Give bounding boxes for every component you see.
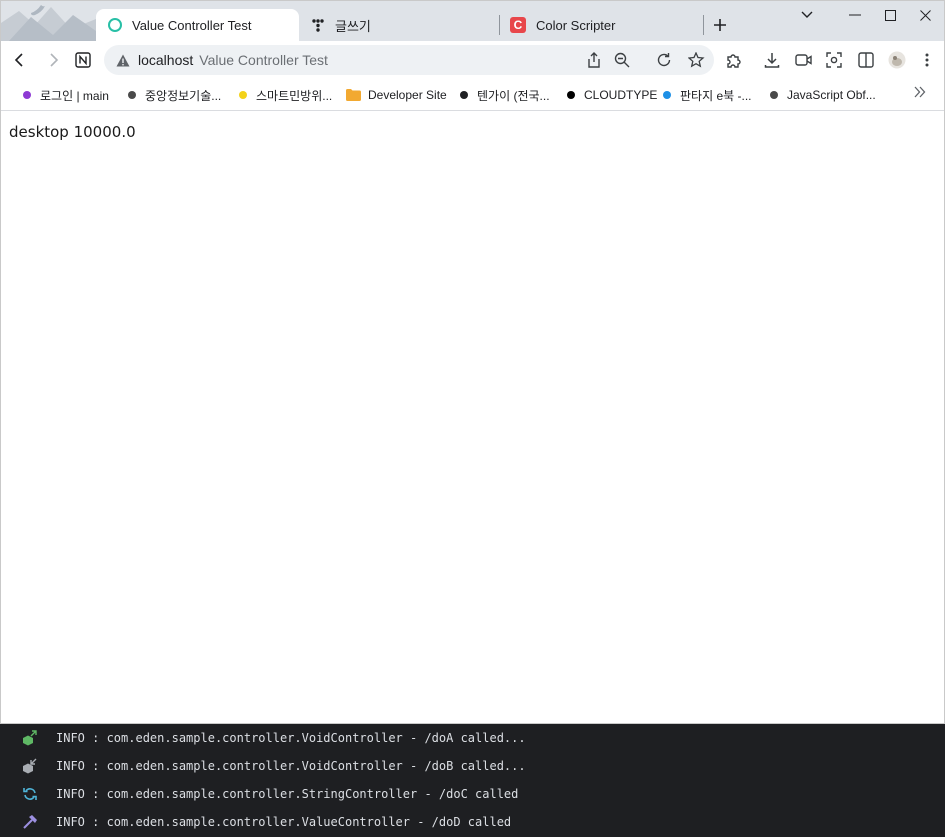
download-icon <box>764 53 780 68</box>
address-page-title: Value Controller Test <box>199 52 328 68</box>
bookmark-label: 스마트민방위... <box>256 88 333 103</box>
avatar <box>888 51 906 69</box>
maximize-icon <box>884 9 896 21</box>
chevron-down-icon <box>801 11 813 18</box>
bookmark-item[interactable]: 중앙정보기술... <box>128 86 221 104</box>
page-content: desktop 10000.0 <box>1 112 944 723</box>
bookmarks-overflow-button[interactable] <box>914 85 926 102</box>
refresh-extension-icon[interactable] <box>654 50 674 70</box>
address-bar[interactable]: localhost Value Controller Test <box>104 45 714 75</box>
bookmark-favicon-icon <box>770 91 778 99</box>
share-icon[interactable] <box>584 50 604 70</box>
log-text: INFO : com.eden.sample.controller.VoidCo… <box>56 731 526 745</box>
bookmark-item[interactable]: 판타지 e북 -... <box>663 86 752 104</box>
tab-value-controller-test[interactable]: Value Controller Test <box>96 9 299 41</box>
notion-extension-button[interactable] <box>69 46 97 74</box>
bird-icon <box>31 5 45 16</box>
browser-toolbar: localhost Value Controller Test <box>1 41 944 79</box>
log-line: INFO : com.eden.sample.controller.VoidCo… <box>0 724 945 752</box>
dots-favicon-icon <box>312 19 324 32</box>
bookmark-item[interactable]: CLOUDTYPE <box>567 86 657 104</box>
minimize-button[interactable] <box>837 1 873 29</box>
log-text: INFO : com.eden.sample.controller.String… <box>56 787 519 801</box>
bookmark-favicon-icon <box>663 91 671 99</box>
close-button[interactable] <box>907 1 943 29</box>
grey-cube-arrow-icon <box>22 758 38 774</box>
bookmark-label: 로그인 | main <box>40 88 109 103</box>
close-icon <box>919 9 931 21</box>
tab-title: 글쓰기 <box>335 18 371 34</box>
log-text: INFO : com.eden.sample.controller.VoidCo… <box>56 759 526 773</box>
screenshot-button[interactable] <box>820 46 848 74</box>
hammer-icon <box>22 814 38 830</box>
bookmark-favicon-icon <box>460 91 468 99</box>
tab-title: Color Scripter <box>536 17 616 33</box>
side-panel-button[interactable] <box>852 46 880 74</box>
bookmark-label: JavaScript Obf... <box>787 88 876 102</box>
tab-strip: Value Controller Test 글쓰기 C Color Script… <box>1 1 944 41</box>
bookmarks-bar: 로그인 | main 중앙정보기술... 스마트민방위... Developer… <box>1 79 944 111</box>
arrow-right-icon <box>50 53 59 67</box>
new-tab-button[interactable] <box>707 12 733 38</box>
color-scripter-favicon-icon: C <box>510 17 526 33</box>
log-text: INFO : com.eden.sample.controller.ValueC… <box>56 815 512 829</box>
forward-button[interactable] <box>39 46 67 74</box>
profile-button[interactable] <box>883 46 911 74</box>
green-cube-arrow-icon <box>22 730 38 746</box>
log-line: INFO : com.eden.sample.controller.String… <box>0 780 945 808</box>
browser-menu-button[interactable] <box>913 46 941 74</box>
minimize-icon <box>849 14 861 16</box>
zoom-out-icon[interactable] <box>612 50 632 70</box>
log-line: INFO : com.eden.sample.controller.VoidCo… <box>0 752 945 780</box>
bookmark-label: 판타지 e북 -... <box>680 88 752 103</box>
back-button[interactable] <box>6 46 34 74</box>
address-host: localhost <box>138 52 194 68</box>
tab-search-button[interactable] <box>789 1 825 29</box>
extensions-button[interactable] <box>719 46 747 74</box>
bookmark-item[interactable]: 로그인 | main <box>23 86 109 104</box>
side-panel-icon <box>858 52 874 68</box>
bookmark-label: 텐가이 (전국... <box>477 88 550 103</box>
bookmark-label: 중앙정보기술... <box>145 88 222 103</box>
reload-icon <box>22 786 38 802</box>
bookmark-label: CLOUDTYPE <box>584 88 658 102</box>
notion-icon <box>75 52 91 68</box>
bookmark-item[interactable]: 텐가이 (전국... <box>460 86 550 104</box>
bookmark-favicon-icon <box>23 91 31 99</box>
log-line: INFO : com.eden.sample.controller.ValueC… <box>0 808 945 836</box>
bookmark-favicon-icon <box>567 91 575 99</box>
tab-color-scripter[interactable]: C Color Scripter <box>501 9 701 41</box>
ring-favicon-icon <box>108 18 122 32</box>
tab-title: Value Controller Test <box>132 17 252 33</box>
video-icon <box>794 54 812 66</box>
maximize-button[interactable] <box>872 1 908 29</box>
page-body-text: desktop 10000.0 <box>9 123 136 141</box>
bookmark-folder[interactable]: Developer Site <box>346 86 447 104</box>
puzzle-icon <box>726 53 741 68</box>
browser-window: Value Controller Test 글쓰기 C Color Script… <box>0 0 945 724</box>
tab-separator <box>703 15 704 35</box>
bookmark-label: Developer Site <box>368 88 447 102</box>
tab-separator <box>499 15 500 35</box>
bookmark-favicon-icon <box>128 91 136 99</box>
screenshot-icon <box>826 52 842 68</box>
kebab-menu-icon <box>925 53 929 67</box>
bookmark-star-icon[interactable] <box>686 50 706 70</box>
ide-console: INFO : com.eden.sample.controller.VoidCo… <box>0 724 945 837</box>
double-chevron-right-icon <box>914 86 926 98</box>
theme-background <box>1 5 96 41</box>
downloads-button[interactable] <box>758 46 786 74</box>
bookmark-favicon-icon <box>239 91 247 99</box>
tab-write[interactable]: 글쓰기 <box>301 9 497 41</box>
bookmark-item[interactable]: JavaScript Obf... <box>770 86 876 104</box>
video-button[interactable] <box>789 46 817 74</box>
bookmark-item[interactable]: 스마트민방위... <box>239 86 332 104</box>
plus-icon <box>714 19 726 31</box>
arrow-left-icon <box>14 53 23 67</box>
folder-icon <box>346 89 361 101</box>
warning-icon <box>116 54 130 66</box>
